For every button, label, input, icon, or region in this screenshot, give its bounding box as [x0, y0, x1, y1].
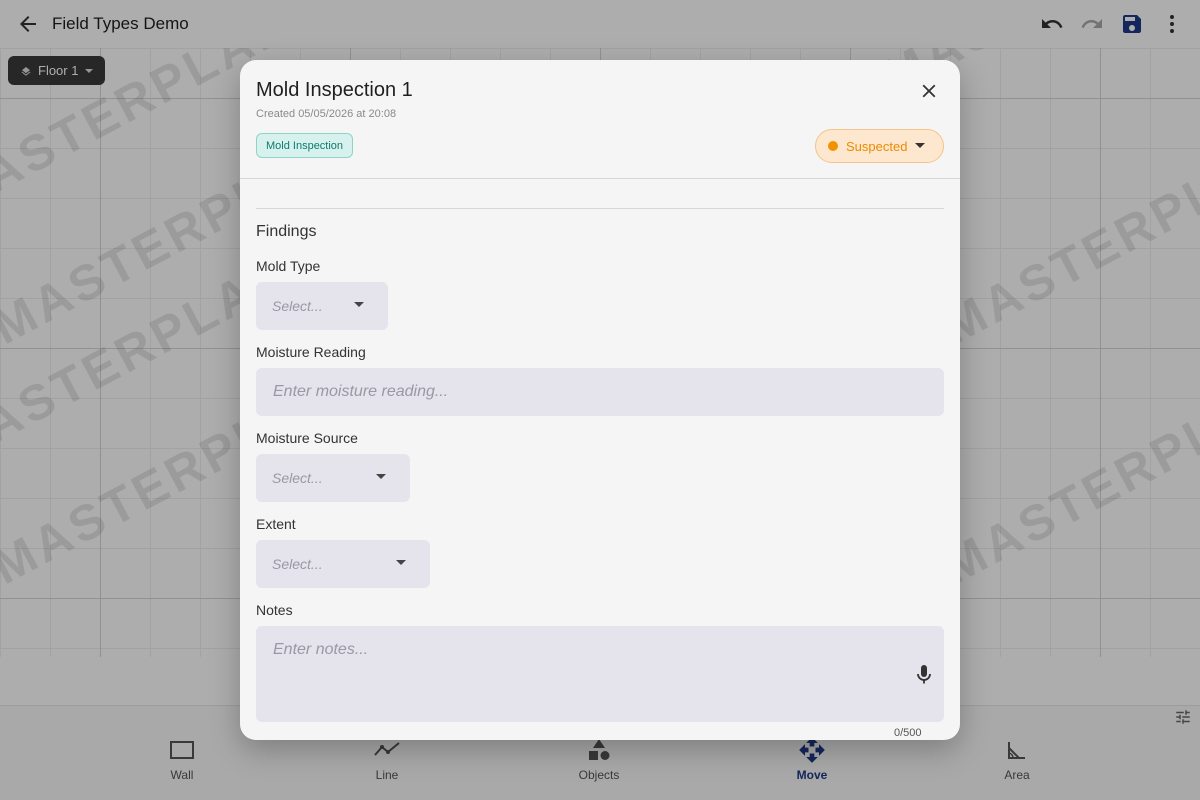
status-dot — [828, 141, 838, 151]
dialog-subtitle: Created 05/05/2026 at 20:08 — [256, 108, 397, 120]
extent-label: Extent — [256, 516, 296, 532]
caret-down-icon — [396, 560, 406, 565]
section-title: Findings — [256, 223, 317, 240]
extent-select[interactable]: Select... — [256, 540, 430, 588]
moisture-source-label: Moisture Source — [256, 430, 358, 446]
moisture-source-select[interactable]: Select... — [256, 454, 410, 502]
close-icon[interactable] — [918, 80, 940, 102]
caret-down-icon — [376, 474, 386, 479]
chevron-down-icon — [915, 143, 926, 148]
character-counter: 0/500 — [894, 727, 922, 739]
mold-type-label: Mold Type — [256, 258, 321, 274]
section-divider — [256, 208, 944, 209]
moisture-reading-input[interactable]: Enter moisture reading... — [256, 368, 944, 416]
status-dropdown[interactable]: Suspected — [815, 129, 944, 163]
caret-down-icon — [354, 302, 364, 307]
moisture-reading-label: Moisture Reading — [256, 344, 366, 360]
microphone-icon[interactable] — [916, 664, 932, 686]
notes-label: Notes — [256, 602, 293, 618]
status-label: Suspected — [846, 138, 908, 154]
notes-textarea[interactable]: Enter notes... — [256, 626, 944, 722]
select-placeholder: Select... — [272, 298, 323, 314]
select-placeholder: Select... — [272, 556, 323, 572]
dialog-title: Mold Inspection 1 — [256, 79, 413, 101]
select-placeholder: Select... — [272, 470, 323, 486]
mold-type-select[interactable]: Select... — [256, 282, 388, 330]
inspection-dialog: Mold Inspection 1 Created 05/05/2026 at … — [240, 60, 960, 740]
inspection-type-chip: Mold Inspection — [256, 133, 354, 158]
header-divider — [240, 178, 960, 179]
